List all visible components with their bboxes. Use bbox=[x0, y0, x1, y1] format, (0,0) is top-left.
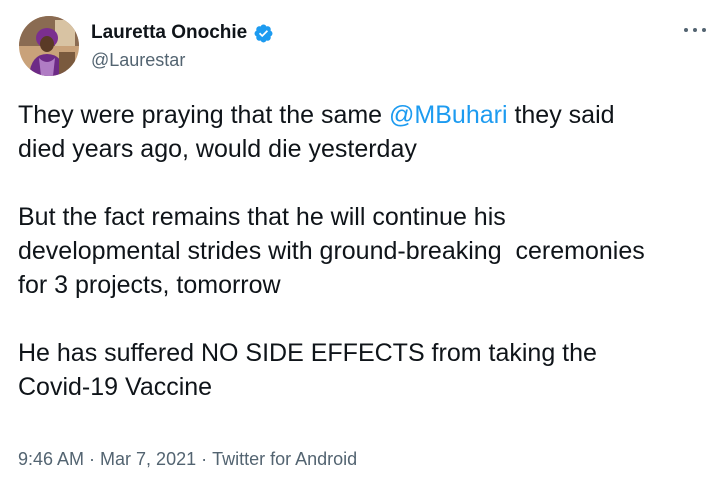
tweet-text: They were praying that the same @MBuhari… bbox=[18, 98, 708, 404]
tweet-paragraph-3: He has suffered NO SIDE EFFECTS from tak… bbox=[18, 339, 597, 401]
tweet-time[interactable]: 9:46 AM bbox=[18, 449, 84, 469]
tweet-date[interactable]: Mar 7, 2021 bbox=[100, 449, 196, 469]
avatar-image bbox=[19, 16, 79, 76]
more-dot bbox=[702, 28, 706, 32]
tweet-paragraph-2: But the fact remains that he will contin… bbox=[18, 203, 645, 299]
more-dot bbox=[684, 28, 688, 32]
paragraph-1-text-before: They were praying that the same bbox=[18, 101, 390, 129]
meta-separator: · bbox=[89, 449, 96, 469]
avatar[interactable] bbox=[19, 16, 79, 76]
tweet-metadata: 9:46 AM · Mar 7, 2021 · Twitter for Android bbox=[18, 447, 357, 471]
tweet-source[interactable]: Twitter for Android bbox=[212, 449, 357, 469]
mention-link[interactable]: @MBuhari bbox=[389, 101, 507, 129]
tweet-paragraph-1: They were praying that the same @MBuhari… bbox=[18, 98, 708, 166]
display-name[interactable]: Lauretta Onochie bbox=[91, 21, 247, 45]
verified-badge-icon bbox=[253, 23, 274, 44]
more-options-icon[interactable] bbox=[684, 24, 706, 36]
more-dot bbox=[693, 28, 697, 32]
tweet-card: Lauretta Onochie @Laurestar They were pr… bbox=[0, 0, 720, 481]
meta-separator: · bbox=[201, 449, 208, 469]
author-handle[interactable]: @Laurestar bbox=[91, 49, 185, 71]
author-name-row[interactable]: Lauretta Onochie bbox=[91, 21, 274, 45]
